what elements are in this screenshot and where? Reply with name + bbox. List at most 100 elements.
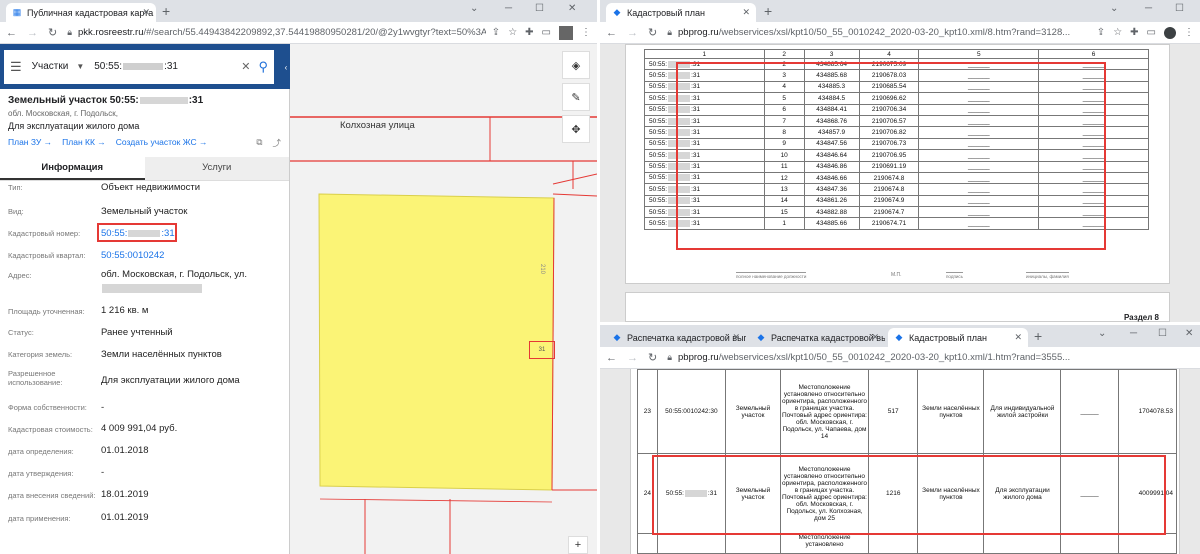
close-tab-icon[interactable]: ✕	[142, 7, 150, 18]
new-tab-icon[interactable]: +	[162, 3, 170, 19]
url-field[interactable]: pkk.rosreestr.ru/#/search/55.44943842209…	[78, 27, 486, 38]
table-cell: Земли населённых пунктов	[917, 369, 985, 454]
tab-services[interactable]: Услуги	[144, 157, 289, 180]
tab-printout-1[interactable]: ◆ Распечатка кадастровой вып ✕	[606, 328, 746, 347]
share-icon[interactable]: ⤴	[272, 137, 281, 149]
back-icon[interactable]: ←	[6, 27, 17, 39]
chevron-down-icon[interactable]: ⌄	[1098, 328, 1106, 339]
menu-icon[interactable]: ⋮	[581, 27, 591, 38]
forward-icon[interactable]: →	[627, 27, 638, 39]
url-field[interactable]: pbprog.ru/webservices/xsl/kpt10/50_55_00…	[678, 352, 1194, 363]
lock-icon[interactable]: 🔒︎	[67, 27, 72, 38]
tab-strip: ◆ Распечатка кадастровой вып ✕ ◆ Распеча…	[600, 325, 1200, 347]
search-icon[interactable]: ⚲	[258, 59, 268, 75]
search-input[interactable]: 50:55::31	[94, 61, 241, 72]
parcel-number-label[interactable]: 31	[529, 341, 555, 359]
row-value: 01.01.2019	[101, 512, 149, 523]
signature-caption: полное наименование должности	[736, 272, 807, 279]
header-cell: 6	[1038, 49, 1149, 59]
maximize-icon[interactable]: ☐	[1175, 3, 1184, 14]
maximize-icon[interactable]: ☐	[1158, 328, 1167, 339]
create-parcel-link[interactable]: Создать участок ЖС →	[116, 137, 208, 149]
new-tab-icon[interactable]: +	[764, 3, 772, 19]
extension-icon[interactable]: ✚	[525, 27, 533, 38]
close-tab-icon[interactable]: ✕	[1014, 332, 1022, 343]
close-tab-icon[interactable]: ✕	[871, 332, 879, 343]
tab-printout-2[interactable]: ◆ Распечатка кадастровой вып ✕	[750, 328, 885, 347]
reload-icon[interactable]: ↻	[648, 26, 657, 39]
forward-icon[interactable]: →	[627, 352, 638, 364]
header-cell: 1	[644, 49, 765, 59]
locate-icon[interactable]: ✥	[562, 115, 590, 143]
diamond-favicon-icon: ◆	[613, 332, 621, 342]
cadastral-quarter-link[interactable]: 50:55:0010242	[101, 250, 164, 261]
cad-prefix: 50:55:	[649, 197, 668, 205]
profile-badge[interactable]	[559, 25, 573, 40]
star-icon[interactable]: ☆	[508, 27, 517, 38]
hamburger-menu-icon[interactable]: ☰	[10, 59, 22, 75]
avatar[interactable]	[1164, 26, 1176, 39]
signature-caption: инициалы, фамилия	[1026, 272, 1069, 279]
sidebar-icon[interactable]: ▭	[1147, 27, 1156, 38]
cad-prefix: 50:55:	[649, 163, 668, 171]
tab-kad-plan[interactable]: ◆ Кадастровый план ✕	[606, 3, 756, 22]
menu-icon[interactable]: ⋮	[1184, 27, 1194, 38]
parcel-polygon[interactable]	[318, 193, 555, 491]
address-bar: ← → ↻ 🔒︎ pkk.rosreestr.ru/#/search/55.44…	[0, 22, 597, 44]
sidebar-icon[interactable]: ▭	[542, 27, 551, 38]
close-window-icon[interactable]: ✕	[568, 3, 576, 14]
highlight-box	[97, 223, 177, 242]
tab-kad-plan[interactable]: ◆ Кадастровый план ✕	[888, 328, 1028, 347]
reload-icon[interactable]: ↻	[48, 26, 57, 39]
back-icon[interactable]: ←	[606, 352, 617, 364]
cad-prefix: 50:55:	[649, 174, 668, 182]
redacted-block	[139, 96, 188, 104]
plan-kk-link[interactable]: План КК →	[62, 137, 106, 149]
highlight-box	[652, 455, 1166, 535]
cad-prefix: 50:55:	[649, 186, 668, 194]
right-bottom-browser-window: ◆ Распечатка кадастровой вып ✕ ◆ Распеча…	[600, 325, 1200, 554]
lock-icon[interactable]: 🔒︎	[667, 27, 672, 38]
close-tab-icon[interactable]: ✕	[732, 332, 740, 343]
close-tab-icon[interactable]: ✕	[742, 7, 750, 18]
extension-icon[interactable]: ✚	[1130, 27, 1138, 38]
layers-icon[interactable]: ◈	[562, 51, 590, 79]
clear-icon[interactable]: ✕	[241, 60, 250, 73]
minimize-icon[interactable]: ─	[505, 3, 512, 14]
maximize-icon[interactable]: ☐	[535, 3, 544, 14]
table-cell: Для индивидуальной жилой застройки	[983, 369, 1062, 454]
object-address: обл. Московская, г. Подольск,	[8, 109, 118, 118]
reload-icon[interactable]: ↻	[648, 351, 657, 364]
back-icon[interactable]: ←	[606, 27, 617, 39]
star-icon[interactable]: ☆	[1113, 27, 1122, 38]
forward-icon[interactable]: →	[27, 27, 38, 39]
tab-pkk[interactable]: ▦ Публичная кадастровая карта ✕	[6, 3, 156, 22]
minimize-icon[interactable]: ─	[1130, 328, 1137, 339]
cad-prefix: 50:55:	[649, 208, 668, 216]
document-page: 1 2 3 4 5 6 50:55::31 2 434885.64 2190675.0…	[625, 44, 1170, 284]
share-icon[interactable]: ⇪	[1097, 27, 1105, 38]
zoom-in-icon[interactable]: +	[568, 536, 588, 554]
cad-prefix: 50:55:	[649, 83, 668, 91]
ruler-icon[interactable]: ✎	[562, 83, 590, 111]
dropdown-caret-icon[interactable]: ▼	[76, 62, 84, 71]
collapse-panel-button[interactable]: ‹	[282, 58, 290, 76]
cad-prefix: 50:55:	[649, 151, 668, 159]
close-window-icon[interactable]: ✕	[1185, 328, 1193, 339]
new-tab-icon[interactable]: +	[1034, 328, 1042, 344]
minimize-icon[interactable]: ─	[1145, 3, 1152, 14]
chevron-down-icon[interactable]: ⌄	[470, 3, 478, 14]
map-boundary-line	[552, 193, 597, 197]
table-row: 23 50:55:0010242:30 Земельный участок Место…	[637, 369, 1178, 454]
chevron-down-icon[interactable]: ⌄	[1110, 3, 1118, 14]
lock-icon[interactable]: 🔒︎	[667, 352, 672, 363]
tab-strip: ◆ Кадастровый план ✕ + ⌄ ─ ☐	[600, 0, 1200, 22]
map-view[interactable]: Колхозная улица 210 31 ◈ ✎ ✥ +	[290, 44, 597, 554]
table-cell: 517	[867, 369, 919, 454]
url-field[interactable]: pbprog.ru/webservices/xsl/kpt10/50_55_00…	[678, 27, 1091, 38]
plan-zu-link[interactable]: План ЗУ →	[8, 137, 52, 149]
tab-info[interactable]: Информация	[0, 157, 145, 180]
search-type-select[interactable]: Участки	[32, 61, 69, 72]
share-icon[interactable]: ⇪	[492, 27, 500, 38]
copy-icon[interactable]: ⧉	[256, 137, 262, 149]
